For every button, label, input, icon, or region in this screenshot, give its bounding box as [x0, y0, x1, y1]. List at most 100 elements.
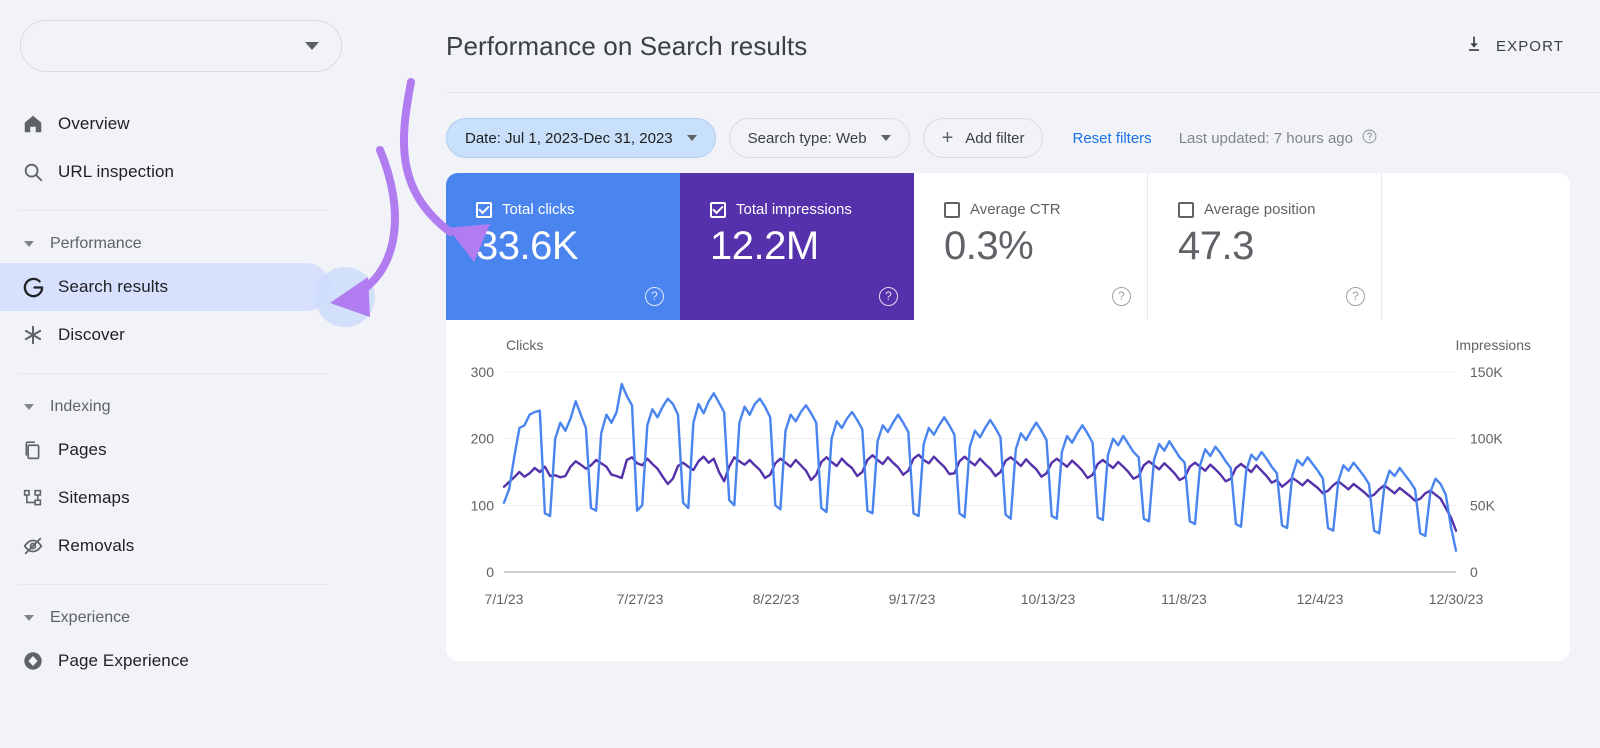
metric-card-total-impressions[interactable]: Total impressions 12.2M ?: [680, 173, 914, 320]
svg-text:150K: 150K: [1470, 364, 1503, 380]
sitemap-icon: [22, 488, 58, 509]
date-filter-label: Date: Jul 1, 2023-Dec 31, 2023: [465, 129, 673, 147]
filter-bar: Date: Jul 1, 2023-Dec 31, 2023 Search ty…: [442, 93, 1600, 163]
performance-chart-svg: Clicks Impressions 0 0 100 50K 200 100K 300 150K 7…: [471, 337, 1531, 607]
svg-text:Clicks: Clicks: [506, 337, 543, 353]
chevron-down-icon: [24, 404, 34, 410]
last-updated-text: Last updated: 7 hours ago: [1178, 129, 1353, 147]
plus-icon: +: [941, 127, 954, 149]
reset-filters-link[interactable]: Reset filters: [1072, 130, 1151, 147]
metric-header: Total impressions: [710, 201, 896, 218]
asterisk-icon: [22, 324, 58, 346]
sidebar-item-label: Pages: [58, 440, 107, 459]
chevron-down-icon: [305, 42, 319, 50]
google-g-icon: [22, 276, 58, 299]
metric-row: Total clicks 33.6K ? Total impressions 1…: [446, 173, 1570, 320]
sidebar-item-url-inspection[interactable]: URL inspection: [0, 148, 442, 196]
sidebar-divider-2: [18, 373, 328, 374]
metric-value: 47.3: [1178, 224, 1254, 268]
chevron-down-icon: [24, 241, 34, 247]
svg-text:0: 0: [486, 564, 494, 580]
help-circle-icon[interactable]: ?: [1346, 287, 1365, 306]
export-button[interactable]: EXPORT: [1458, 26, 1570, 66]
sidebar-item-page-experience[interactable]: Page Experience: [0, 637, 442, 685]
metric-card-average-ctr[interactable]: Average CTR 0.3% ?: [914, 173, 1148, 320]
svg-text:200: 200: [471, 431, 495, 447]
svg-text:100: 100: [471, 497, 495, 513]
sidebar-group-indexing[interactable]: Indexing: [0, 388, 442, 426]
export-label: EXPORT: [1495, 37, 1564, 55]
sidebar-item-pages[interactable]: Pages: [0, 426, 442, 474]
date-filter-chip[interactable]: Date: Jul 1, 2023-Dec 31, 2023: [446, 118, 716, 158]
svg-text:0: 0: [1470, 564, 1478, 580]
svg-text:7/1/23: 7/1/23: [485, 591, 524, 607]
chevron-down-icon: [24, 615, 34, 621]
metric-value: 12.2M: [710, 224, 819, 268]
sidebar-item-label: Overview: [58, 114, 130, 133]
sidebar-group-performance[interactable]: Performance: [0, 225, 442, 263]
pages-icon: [22, 440, 58, 461]
metric-header: Average position: [1178, 201, 1363, 218]
svg-text:8/22/23: 8/22/23: [753, 591, 800, 607]
last-updated: Last updated: 7 hours ago: [1179, 128, 1378, 149]
site-selector[interactable]: [20, 20, 342, 72]
sidebar-item-label: Discover: [58, 325, 125, 344]
sidebar-item-removals[interactable]: Removals: [0, 522, 442, 570]
metric-label: Total clicks: [502, 201, 575, 218]
search-type-filter-chip[interactable]: Search type: Web: [728, 118, 910, 158]
help-circle-icon[interactable]: ?: [645, 287, 664, 306]
svg-text:7/27/23: 7/27/23: [617, 591, 664, 607]
metric-header: Total clicks: [476, 201, 662, 218]
svg-text:300: 300: [471, 364, 495, 380]
metric-label: Total impressions: [736, 201, 852, 218]
metric-header: Average CTR: [944, 201, 1129, 218]
sidebar-item-discover[interactable]: Discover: [0, 311, 442, 359]
home-icon: [22, 113, 58, 135]
page-experience-icon: [22, 650, 58, 672]
metric-value: 33.6K: [476, 224, 579, 268]
download-icon: [1464, 34, 1484, 58]
chevron-down-icon: [686, 135, 697, 141]
svg-text:50K: 50K: [1470, 497, 1496, 513]
metric-card-average-position[interactable]: Average position 47.3 ?: [1148, 173, 1382, 320]
performance-chart: Clicks Impressions 0 0 100 50K 200 100K 300 150K 7…: [446, 320, 1570, 661]
sidebar-item-label: Removals: [58, 536, 135, 555]
sidebar-group-label: Performance: [50, 235, 142, 252]
eye-off-icon: [22, 535, 58, 557]
sidebar-item-label: URL inspection: [58, 162, 175, 181]
sidebar-item-overview[interactable]: Overview: [0, 100, 442, 148]
help-circle-icon[interactable]: ?: [1112, 287, 1131, 306]
chevron-down-icon: [880, 135, 891, 141]
metric-row-filler: [1382, 173, 1570, 320]
search-icon: [22, 161, 58, 183]
sidebar-item-search-results[interactable]: Search results: [0, 263, 330, 311]
page-title: Performance on Search results: [446, 30, 808, 61]
sidebar-group-experience[interactable]: Experience: [0, 599, 442, 637]
metric-label: Average CTR: [970, 201, 1061, 218]
help-circle-icon[interactable]: [1361, 128, 1378, 149]
sidebar-item-sitemaps[interactable]: Sitemaps: [0, 474, 442, 522]
svg-text:Impressions: Impressions: [1456, 337, 1531, 353]
svg-text:11/8/23: 11/8/23: [1161, 591, 1207, 607]
sidebar-nav: Overview URL inspection Performance Sear…: [0, 100, 442, 685]
performance-card: Total clicks 33.6K ? Total impressions 1…: [446, 173, 1570, 661]
checkbox-checked-icon[interactable]: [476, 201, 492, 218]
sidebar-divider-3: [18, 584, 328, 585]
metric-value: 0.3%: [944, 224, 1034, 268]
metric-label: Average position: [1204, 201, 1316, 218]
checkbox-unchecked-icon[interactable]: [1178, 201, 1194, 218]
metric-card-total-clicks[interactable]: Total clicks 33.6K ?: [446, 173, 680, 320]
svg-text:10/13/23: 10/13/23: [1021, 591, 1076, 607]
sidebar: Overview URL inspection Performance Sear…: [0, 0, 442, 748]
add-filter-button[interactable]: + Add filter: [922, 118, 1044, 158]
checkbox-unchecked-icon[interactable]: [944, 201, 960, 218]
search-type-label: Search type: Web: [747, 129, 867, 147]
add-filter-label: Add filter: [965, 129, 1025, 147]
svg-text:12/4/23: 12/4/23: [1297, 591, 1344, 607]
svg-text:9/17/23: 9/17/23: [889, 591, 936, 607]
checkbox-checked-icon[interactable]: [710, 201, 726, 218]
main-header: Performance on Search results EXPORT: [442, 0, 1600, 92]
help-circle-icon[interactable]: ?: [879, 287, 898, 306]
sidebar-item-label: Sitemaps: [58, 488, 130, 507]
sidebar-group-label: Experience: [50, 609, 131, 626]
